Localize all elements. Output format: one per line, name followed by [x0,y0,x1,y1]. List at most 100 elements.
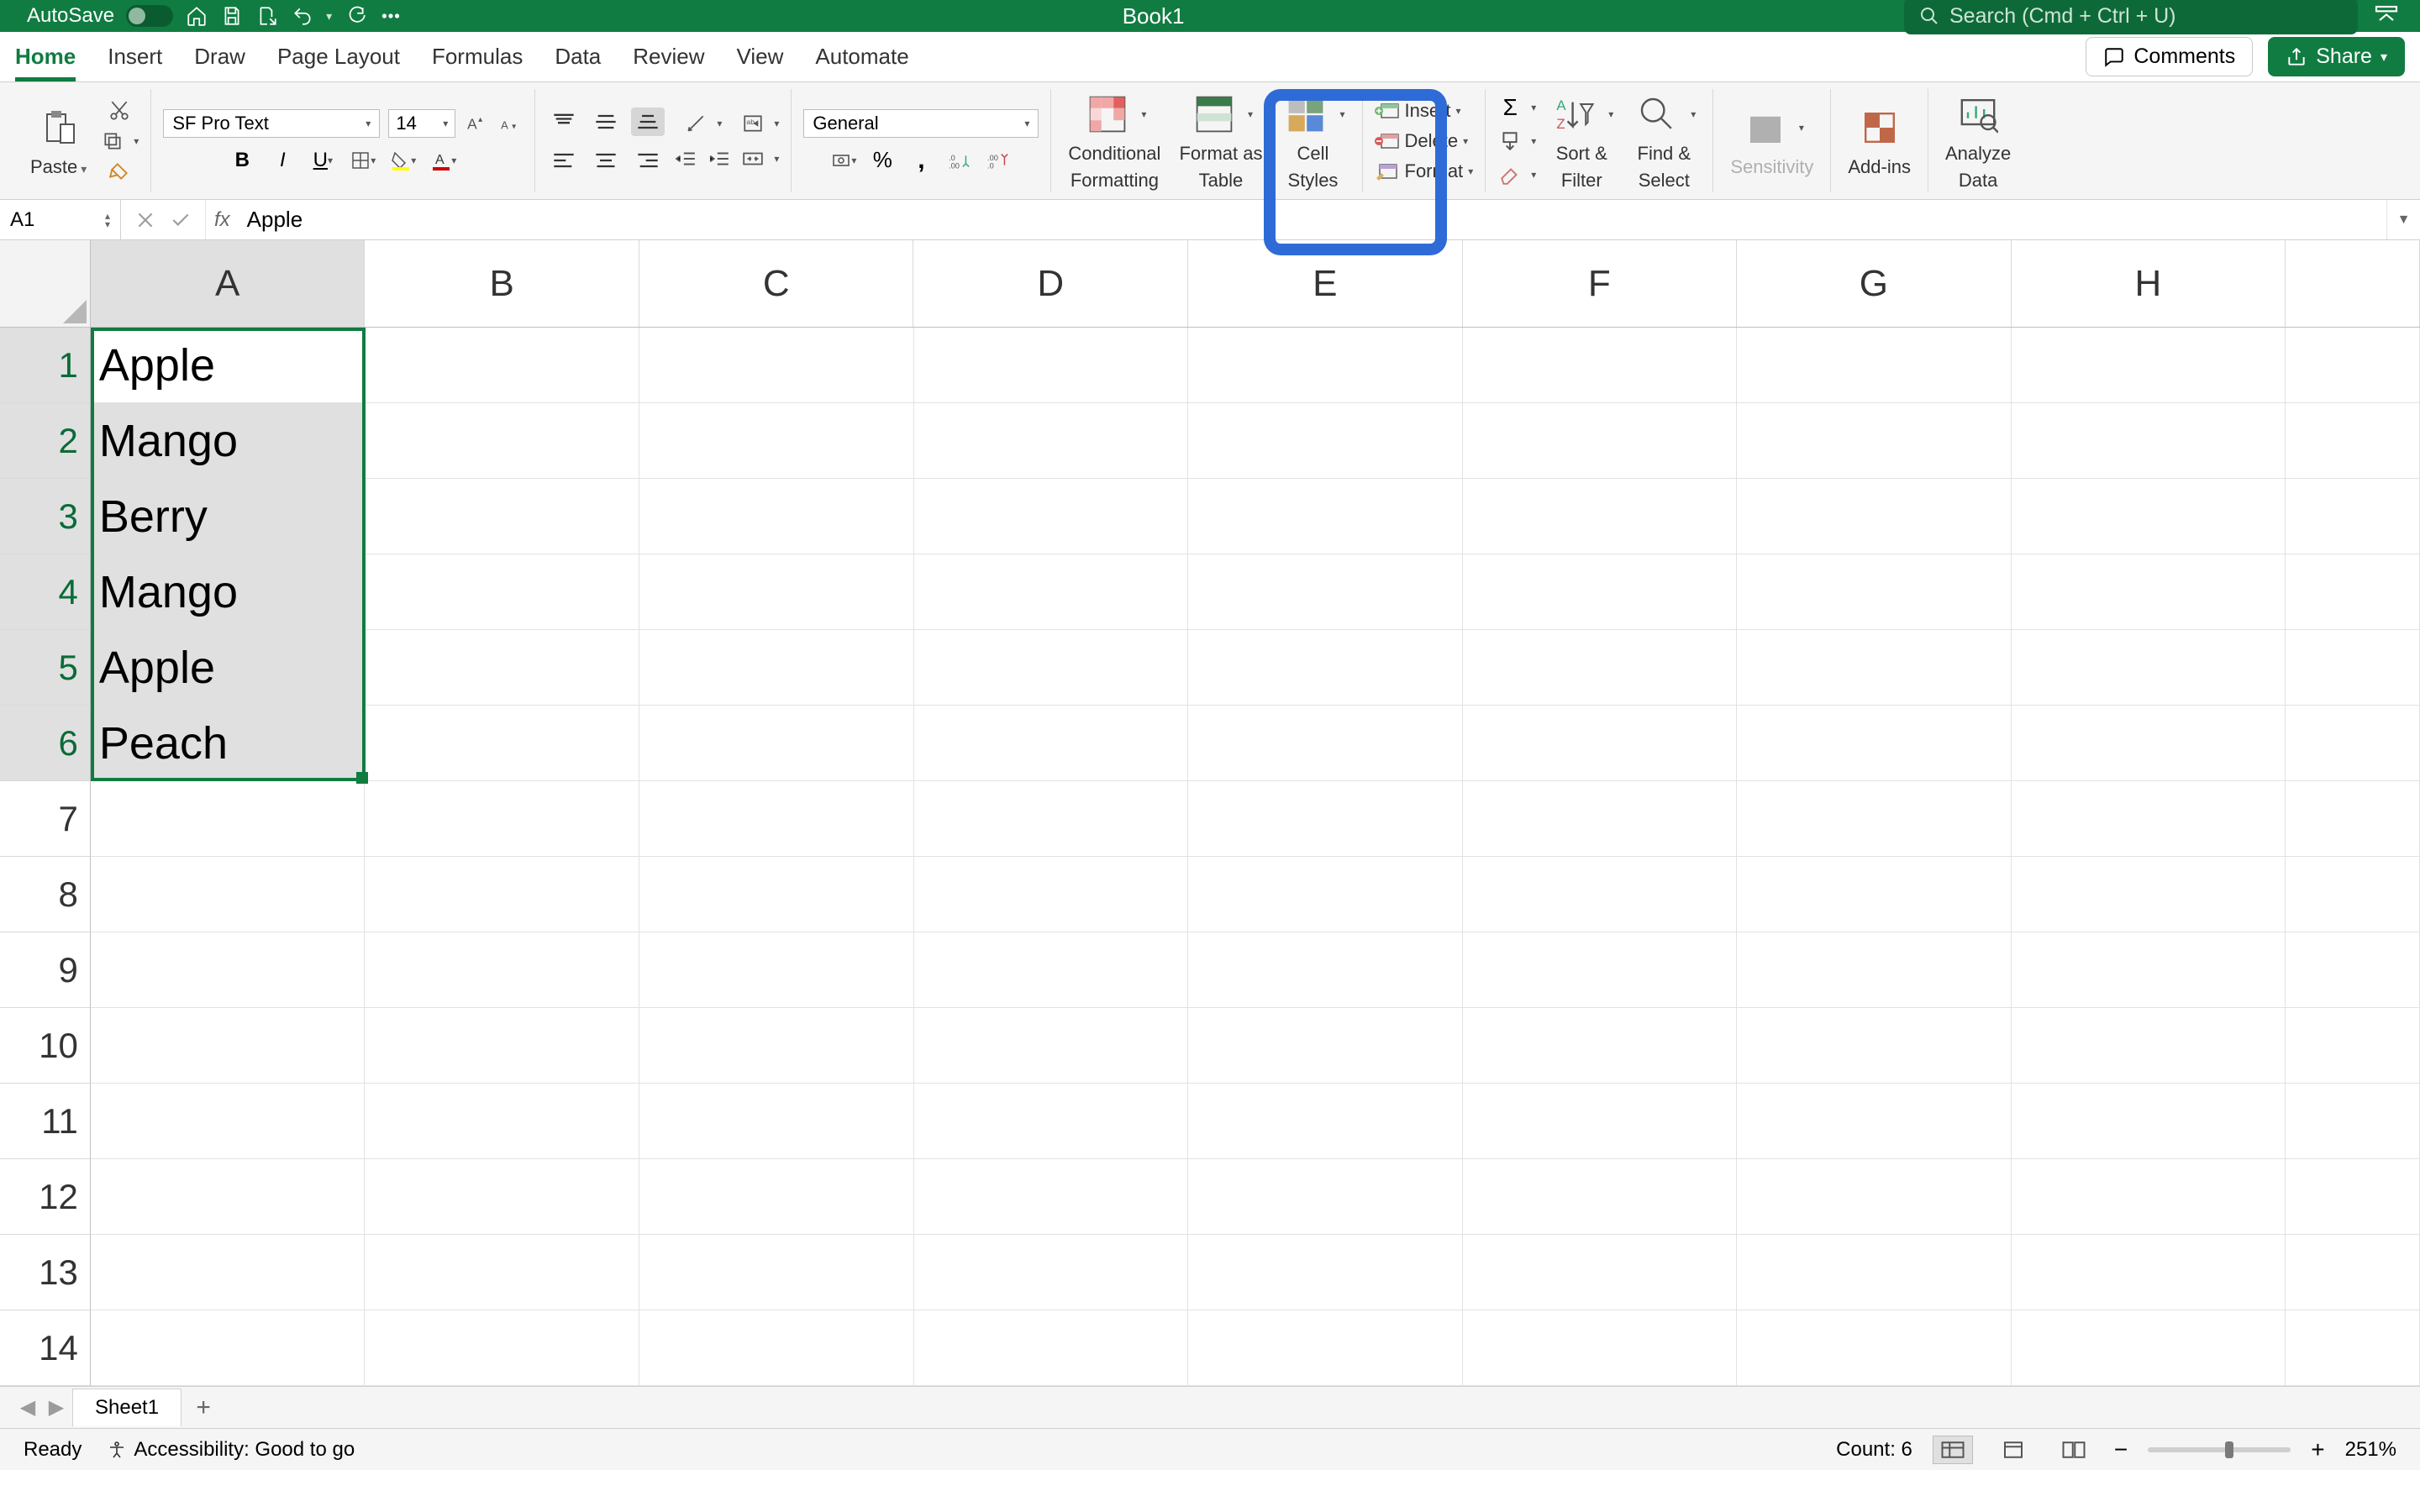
tab-page-layout[interactable]: Page Layout [277,32,400,81]
cell[interactable] [2012,932,2286,1008]
cell[interactable] [1463,1235,1738,1310]
cell[interactable] [914,554,1189,630]
cell[interactable] [2286,1008,2420,1084]
cell[interactable]: Peach [91,706,366,781]
row-header-9[interactable]: 9 [0,932,91,1008]
cell[interactable] [1463,1159,1738,1235]
insert-cells-button[interactable]: Insert▾ [1375,100,1461,122]
find-select-button[interactable]: ▾ Find & Select [1627,87,1701,195]
redo-icon[interactable] [344,4,367,28]
cell[interactable] [2012,1235,2286,1310]
increase-font-icon[interactable]: A▴ [464,111,489,136]
cell[interactable] [2286,1084,2420,1159]
align-bottom-icon[interactable] [631,108,665,136]
cell[interactable] [1188,1084,1463,1159]
add-sheet-button[interactable]: + [185,1394,222,1422]
cell[interactable] [365,932,639,1008]
cell[interactable] [639,706,914,781]
cell[interactable] [1463,403,1738,479]
decrease-indent-icon[interactable] [673,146,698,171]
cell[interactable] [914,479,1189,554]
cell[interactable] [2012,328,2286,403]
row-header-4[interactable]: 4 [0,554,91,630]
row-header-5[interactable]: 5 [0,630,91,706]
cell[interactable] [1188,630,1463,706]
cell[interactable] [914,706,1189,781]
col-header-G[interactable]: G [1737,240,2012,327]
cell[interactable]: Apple [91,630,366,706]
cell[interactable] [1737,1008,2012,1084]
row-header-12[interactable]: 12 [0,1159,91,1235]
analyze-data-button[interactable]: Analyze Data [1940,87,2016,195]
save-icon[interactable] [220,4,244,28]
name-box[interactable]: A1 ▴▾ [0,200,121,239]
undo-icon[interactable] [291,4,314,28]
cell[interactable] [1737,479,2012,554]
orientation-caret[interactable]: ▾ [717,118,722,129]
cell[interactable] [365,630,639,706]
col-header-F[interactable]: F [1463,240,1738,327]
number-format-select[interactable]: General▾ [803,109,1039,138]
search-box[interactable]: Search (Cmd + Ctrl + U) [1904,0,2358,34]
cell[interactable] [365,781,639,857]
zoom-in-button[interactable]: + [2311,1436,2324,1463]
comments-button[interactable]: Comments [2086,37,2253,76]
cell[interactable] [914,1235,1189,1310]
cell[interactable] [365,328,639,403]
row-header-1[interactable]: 1 [0,328,91,403]
col-header-A[interactable]: A [91,240,366,327]
accessibility-status[interactable]: Accessibility: Good to go [107,1438,355,1462]
cell[interactable]: Berry [91,479,366,554]
cell[interactable] [365,1310,639,1386]
cell[interactable] [2012,857,2286,932]
view-page-break-icon[interactable] [2054,1436,2094,1464]
wrap-text-icon[interactable]: ab [740,111,765,136]
cell[interactable] [1737,1084,2012,1159]
cell[interactable] [1737,781,2012,857]
save-as-icon[interactable] [255,4,279,28]
cell[interactable] [1463,857,1738,932]
fill-color-icon[interactable]: ▾ [391,148,416,173]
cell[interactable]: Mango [91,554,366,630]
home-icon[interactable] [185,4,208,28]
copy-icon[interactable] [100,129,125,154]
share-button[interactable]: Share ▾ [2268,37,2405,76]
ribbon-toggle-icon[interactable] [2373,0,2400,33]
format-painter-icon[interactable] [107,159,132,184]
row-header-10[interactable]: 10 [0,1008,91,1084]
fill-caret[interactable]: ▾ [1531,135,1536,147]
cell[interactable] [2286,781,2420,857]
align-left-icon[interactable] [547,146,581,175]
decrease-decimal-icon[interactable]: .00.0 [986,148,1011,173]
cut-icon[interactable] [107,98,132,123]
currency-icon[interactable]: ▾ [831,148,856,173]
formula-input[interactable]: Apple [239,200,2386,239]
cell[interactable] [639,1008,914,1084]
cell[interactable] [1737,1310,2012,1386]
conditional-formatting-button[interactable]: ▾ Conditional Formatting [1063,87,1165,195]
spreadsheet-grid[interactable]: A B C D E F G H 1Apple2Mango3Berry4Mango… [0,240,2420,1386]
cell[interactable] [2012,403,2286,479]
cell[interactable] [2012,479,2286,554]
cell[interactable] [1737,328,2012,403]
tab-review[interactable]: Review [633,32,704,81]
cell[interactable] [2286,1159,2420,1235]
cell[interactable] [2286,328,2420,403]
row-header-2[interactable]: 2 [0,403,91,479]
cell[interactable] [1188,479,1463,554]
cell[interactable] [2286,857,2420,932]
fill-icon[interactable] [1497,129,1523,154]
select-all-corner[interactable] [0,240,91,327]
cell[interactable] [365,857,639,932]
cell[interactable] [365,403,639,479]
cell[interactable] [91,932,366,1008]
cell[interactable] [639,403,914,479]
cell[interactable] [365,1008,639,1084]
row-header-3[interactable]: 3 [0,479,91,554]
cell[interactable] [1737,857,2012,932]
cell[interactable] [2012,706,2286,781]
col-header-B[interactable]: B [365,240,639,327]
cell[interactable] [1463,1310,1738,1386]
col-header-I[interactable] [2286,240,2420,327]
cell[interactable] [914,932,1189,1008]
